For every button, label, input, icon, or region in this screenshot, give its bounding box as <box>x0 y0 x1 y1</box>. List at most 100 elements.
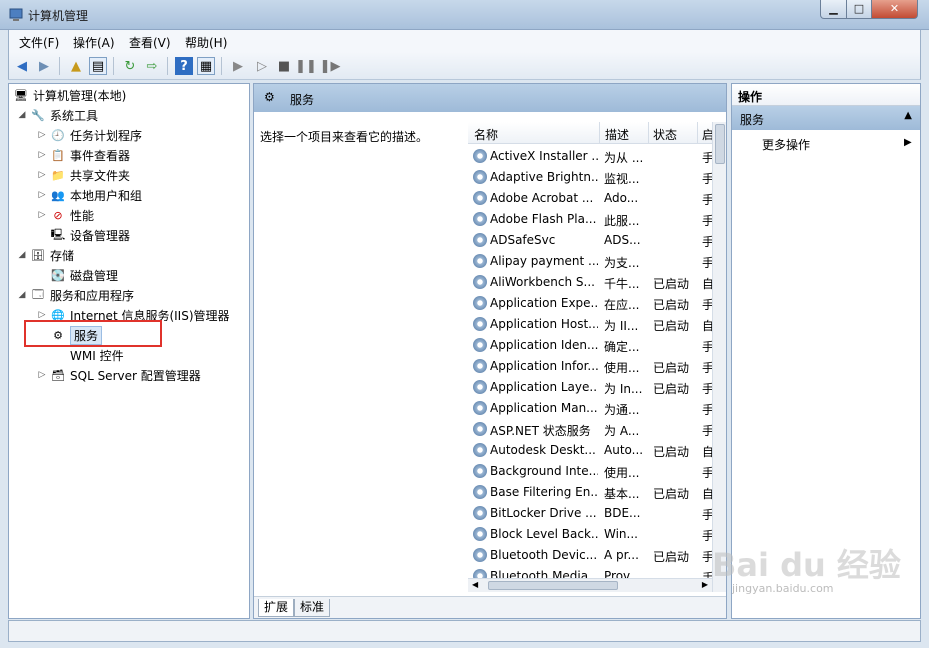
tree-label: 事件查看器 <box>70 148 131 163</box>
service-description: Auto... <box>604 443 644 457</box>
table-row[interactable]: Application Man... 为通... 手 <box>468 398 726 419</box>
collapsed-arrow-icon[interactable]: ▷ <box>37 130 47 140</box>
table-row[interactable]: Base Filtering En... 基本... 已启动自 <box>468 482 726 503</box>
menu-file[interactable]: 文件(F) <box>19 34 59 51</box>
table-row[interactable]: Background Inte... 使用... 手 <box>468 461 726 482</box>
expanded-arrow-icon[interactable]: ◢ <box>17 250 27 260</box>
service-description: 为 In... <box>604 382 643 396</box>
status-bar <box>8 620 921 642</box>
close-button[interactable]: ✕ <box>871 0 918 19</box>
tree-wmi[interactable]: WMI 控件 <box>50 345 124 365</box>
table-row[interactable]: Bluetooth Devic... A pr... 已启动手 <box>468 545 726 566</box>
maximize-button[interactable]: □ <box>846 0 872 19</box>
collapsed-arrow-icon[interactable]: ▷ <box>37 150 47 160</box>
scroll-right-icon[interactable]: ▶ <box>702 580 708 589</box>
table-row[interactable]: ADSafeSvc ADS... 手 <box>468 230 726 251</box>
play-icon[interactable]: ▷ <box>253 57 271 75</box>
pause-service-icon[interactable]: ❚❚ <box>295 57 317 75</box>
scroll-left-icon[interactable]: ◀ <box>472 580 478 589</box>
help-icon[interactable]: ? <box>175 57 193 75</box>
back-icon[interactable]: ◀ <box>13 57 31 75</box>
table-row[interactable]: Application Host... 为 II... 已启动自 <box>468 314 726 335</box>
refresh-icon[interactable]: ↻ <box>121 57 139 75</box>
tree-performance[interactable]: ▷ ⊘ 性能 <box>37 205 94 225</box>
table-row[interactable]: Autodesk Deskt... Auto... 已启动自 <box>468 440 726 461</box>
sql-icon: 🗃 <box>51 368 65 382</box>
tree-storage[interactable]: ◢ 🗄 存储 <box>17 245 74 265</box>
table-row[interactable]: Adobe Acrobat ... Ado... 手 <box>468 188 726 209</box>
tree-system-tools[interactable]: ◢ 🔧 系统工具 <box>17 105 98 125</box>
service-description: 为 A... <box>604 424 640 438</box>
export-list-icon[interactable]: ⇨ <box>143 57 161 75</box>
tree-services-apps[interactable]: ◢ 🗔 服务和应用程序 <box>17 285 134 305</box>
vertical-scrollbar[interactable] <box>712 122 726 592</box>
expanded-arrow-icon[interactable]: ◢ <box>17 290 27 300</box>
collapsed-arrow-icon[interactable]: ▷ <box>37 310 47 320</box>
table-row[interactable]: Alipay payment ... 为支... 手 <box>468 251 726 272</box>
gear-icon <box>473 317 487 331</box>
restart-service-icon[interactable]: ❚▶ <box>320 57 341 75</box>
service-description: 使用... <box>604 361 640 375</box>
column-name[interactable]: 名称 <box>474 126 498 143</box>
collapsed-arrow-icon[interactable]: ▷ <box>37 170 47 180</box>
service-name: Application Iden... <box>490 338 598 352</box>
tree-sql[interactable]: ▷ 🗃 SQL Server 配置管理器 <box>37 365 201 385</box>
minimize-button[interactable]: ▁ <box>820 0 847 19</box>
show-tree-icon[interactable]: ▤ <box>89 57 107 75</box>
submenu-arrow-icon[interactable]: ▶ <box>904 137 912 148</box>
show-action-pane-icon[interactable]: ▦ <box>197 57 215 75</box>
collapse-up-icon[interactable]: ▲ <box>904 110 912 121</box>
shared-folder-icon: 📁 <box>51 168 65 182</box>
table-row[interactable]: BitLocker Drive ... BDE... 手 <box>468 503 726 524</box>
table-row[interactable]: ActiveX Installer ... 为从 ... 手 <box>468 146 726 167</box>
collapsed-arrow-icon[interactable]: ▷ <box>37 190 47 200</box>
menu-help[interactable]: 帮助(H) <box>185 34 227 51</box>
collapsed-arrow-icon[interactable]: ▷ <box>37 210 47 220</box>
tree-task-scheduler[interactable]: ▷ 🕘 任务计划程序 <box>37 125 142 145</box>
tree-root[interactable]: 🖥 计算机管理(本地) <box>13 85 126 105</box>
table-row[interactable]: ASP.NET 状态服务为 A... 手 <box>468 419 726 440</box>
gear-icon <box>473 464 487 478</box>
tree-label: 服务和应用程序 <box>50 288 135 303</box>
tree-device-manager[interactable]: 🖳 设备管理器 <box>50 225 130 245</box>
actions-section-services[interactable]: 服务 ▲ <box>732 106 920 130</box>
column-description[interactable]: 描述 <box>605 126 629 143</box>
toolbar: ◀ ▶ ▲ ▤ ↻ ⇨ ? ▦ ▶ ▷ ■ ❚❚ ❚▶ <box>8 52 921 80</box>
table-row[interactable]: Application Laye... 为 In... 已启动手 <box>468 377 726 398</box>
horizontal-scrollbar[interactable]: ◀ ▶ <box>468 578 712 592</box>
wmi-icon <box>50 347 66 363</box>
up-folder-icon[interactable]: ▲ <box>67 57 85 75</box>
table-row[interactable]: Application Iden... 确定... 手 <box>468 335 726 356</box>
tree-shared-folders[interactable]: ▷ 📁 共享文件夹 <box>37 165 130 185</box>
more-actions-item[interactable]: 更多操作 <box>762 136 810 153</box>
table-row[interactable]: Block Level Back... Win... 手 <box>468 524 726 545</box>
tab-standard[interactable]: 标准 <box>294 599 331 617</box>
gear-icon <box>473 338 487 352</box>
service-description: 在应... <box>604 298 640 312</box>
expanded-arrow-icon[interactable]: ◢ <box>17 110 27 120</box>
tree-local-users[interactable]: ▷ 👥 本地用户和组 <box>37 185 142 205</box>
gear-icon <box>473 359 487 373</box>
table-row[interactable]: Application Expe... 在应... 已启动手 <box>468 293 726 314</box>
forward-icon[interactable]: ▶ <box>35 57 53 75</box>
menu-action[interactable]: 操作(A) <box>73 34 115 51</box>
menu-view[interactable]: 查看(V) <box>129 34 171 51</box>
service-name: ActiveX Installer ... <box>490 149 598 163</box>
scroll-thumb[interactable] <box>715 124 725 164</box>
tree-event-viewer[interactable]: ▷ 📋 事件查看器 <box>37 145 130 165</box>
column-status[interactable]: 状态 <box>653 126 677 143</box>
tree-disk-management[interactable]: 💽 磁盘管理 <box>50 265 118 285</box>
collapsed-arrow-icon[interactable]: ▷ <box>37 370 47 380</box>
tab-extended[interactable]: 扩展 <box>258 599 295 617</box>
clock-icon: 🕘 <box>51 128 65 142</box>
tree-label: 存储 <box>50 248 75 263</box>
table-row[interactable]: Adobe Flash Pla... 此服... 手 <box>468 209 726 230</box>
table-row[interactable]: AliWorkbench S... 千牛... 已启动自 <box>468 272 726 293</box>
tree-label: 任务计划程序 <box>70 128 143 143</box>
scroll-thumb[interactable] <box>488 581 618 590</box>
stop-service-icon[interactable]: ■ <box>275 57 293 75</box>
watermark-logo: Bai du 经验 <box>712 546 901 584</box>
table-row[interactable]: Application Infor... 使用... 已启动手 <box>468 356 726 377</box>
start-service-icon[interactable]: ▶ <box>229 57 247 75</box>
table-row[interactable]: Adaptive Brightn... 监视... 手 <box>468 167 726 188</box>
